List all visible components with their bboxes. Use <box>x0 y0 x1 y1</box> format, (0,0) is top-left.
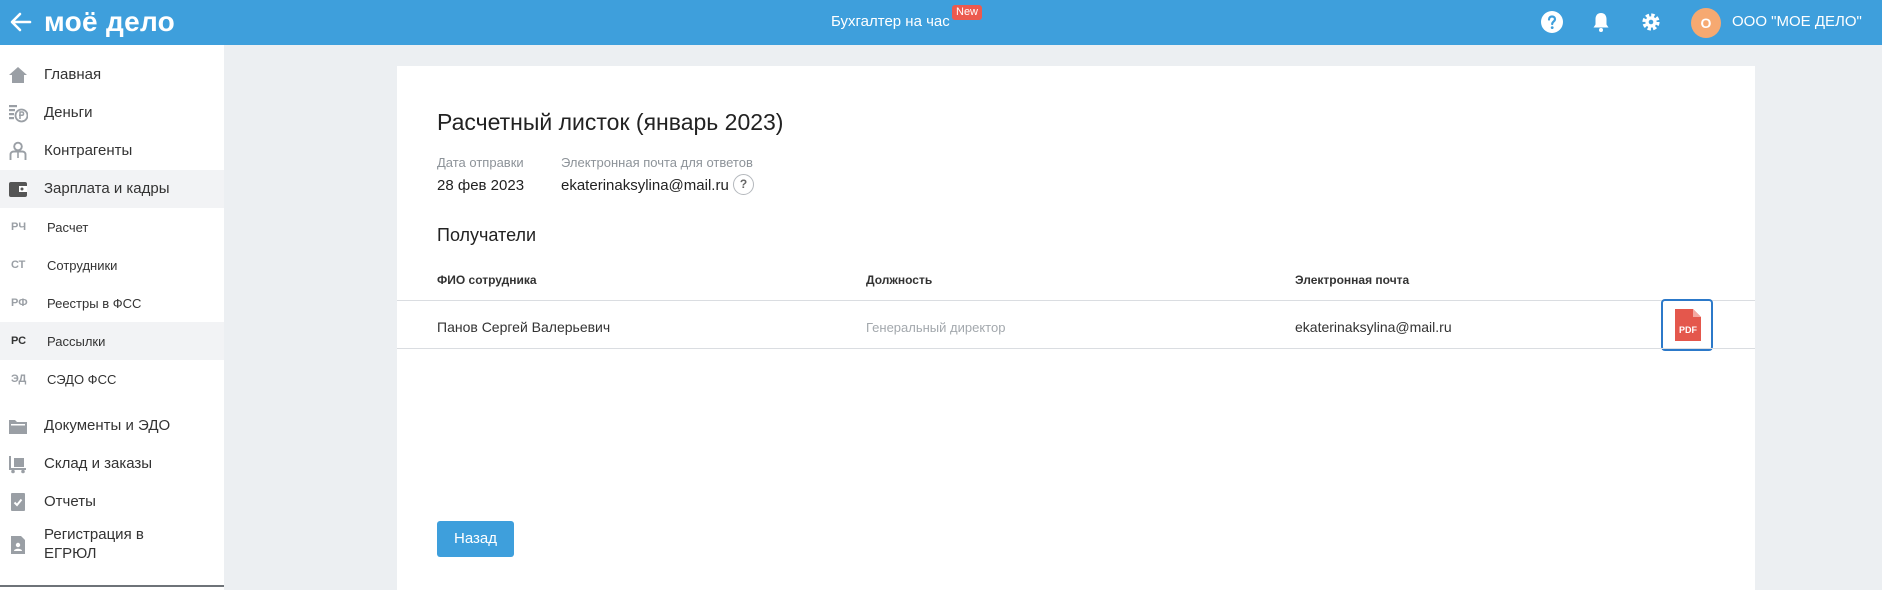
logo[interactable]: моё дело <box>44 6 175 38</box>
sidebar-subitem-sedo-fss[interactable]: ЭД СЭДО ФСС <box>0 360 224 398</box>
back-arrow-icon[interactable] <box>8 9 34 35</box>
report-icon <box>11 493 25 511</box>
sidebar-item-registration[interactable]: Регистрация в ЕГРЮЛ <box>0 521 224 567</box>
sidebar-item-contractors[interactable]: Контрагенты <box>0 132 224 170</box>
subitem-abbr: ЭД <box>11 373 27 385</box>
sidebar: Главная Деньги Контрагенты Зарплата и ка… <box>0 45 224 590</box>
sidebar-item-label: Контрагенты <box>44 142 133 159</box>
warehouse-icon <box>9 456 26 474</box>
subitem-label: Рассылки <box>47 334 106 349</box>
subitem-label: Расчет <box>47 220 89 235</box>
sidebar-item-label: Регистрация в ЕГРЮЛ <box>44 526 144 562</box>
cell-employee-name: Панов Сергей Валерьевич <box>437 319 611 335</box>
subitem-abbr: РС <box>11 335 27 347</box>
column-header-position: Должность <box>866 273 933 287</box>
page-title: Расчетный листок (январь 2023) <box>437 109 784 135</box>
recipients-title: Получатели <box>437 225 537 245</box>
sidebar-subitem-employees[interactable]: СТ Сотрудники <box>0 246 224 284</box>
sidebar-item-salary-and-hr[interactable]: Зарплата и кадры <box>0 170 224 208</box>
new-badge: New <box>952 5 983 20</box>
subitem-abbr: РФ <box>11 297 28 309</box>
contractors-icon <box>9 141 27 160</box>
sidebar-item-home[interactable]: Главная <box>0 56 224 94</box>
subitem-label: Сотрудники <box>47 258 118 273</box>
money-icon <box>9 105 28 123</box>
help-icon[interactable] <box>1540 10 1564 34</box>
sent-date-value: 28 фев 2023 <box>437 177 525 194</box>
sidebar-item-label: Склад и заказы <box>44 455 153 472</box>
subitem-label: СЭДО ФСС <box>47 372 117 387</box>
sidebar-subitem-calculation[interactable]: РЧ Расчет <box>0 208 224 246</box>
reply-email-value: ekaterinaksylina@mail.ru <box>561 177 729 194</box>
column-header-name: ФИО сотрудника <box>437 273 537 287</box>
back-button[interactable]: Назад <box>437 521 514 557</box>
folder-icon <box>9 420 27 434</box>
sidebar-item-reports[interactable]: Отчеты <box>0 483 224 521</box>
sidebar-item-label: Зарплата и кадры <box>44 180 170 197</box>
bell-icon[interactable] <box>1589 10 1613 34</box>
payslip-card: Расчетный листок (январь 2023) Дата отпр… <box>397 66 1755 590</box>
cell-email: ekaterinaksylina@mail.ru <box>1295 319 1452 335</box>
table-header-divider <box>397 300 1755 301</box>
sidebar-item-money[interactable]: Деньги <box>0 94 224 132</box>
sidebar-item-label: Главная <box>44 66 102 83</box>
reply-email-help-icon[interactable]: ? <box>733 174 754 195</box>
avatar[interactable]: О <box>1691 8 1721 38</box>
wallet-icon <box>9 182 27 197</box>
sidebar-item-label: Отчеты <box>44 493 96 510</box>
accountant-per-hour-link[interactable]: Бухгалтер на час <box>831 12 950 32</box>
sidebar-subitem-fss-registers[interactable]: РФ Реестры в ФСС <box>0 284 224 322</box>
top-bar: моё дело Бухгалтер на час New О ООО "МОЕ… <box>0 0 1882 45</box>
pdf-label: PDF <box>1679 325 1698 335</box>
table-row-divider <box>397 348 1755 349</box>
subitem-abbr: РЧ <box>11 221 27 233</box>
sidebar-item-documents[interactable]: Документы и ЭДО <box>0 407 224 445</box>
cell-position: Генеральный директор <box>866 320 1006 335</box>
download-pdf-button[interactable]: PDF <box>1661 299 1713 351</box>
sidebar-item-label: Документы и ЭДО <box>44 417 171 434</box>
reply-email-label: Электронная почта для ответов <box>561 155 753 170</box>
sidebar-subitem-mailings[interactable]: РС Рассылки <box>0 322 224 360</box>
home-icon <box>9 67 27 83</box>
pdf-file-icon: PDF <box>1675 309 1701 341</box>
column-header-email: Электронная почта <box>1295 273 1410 287</box>
organization-name[interactable]: ООО "МОЕ ДЕЛО" <box>1732 12 1862 32</box>
registration-icon <box>11 536 25 554</box>
subitem-abbr: СТ <box>11 259 26 271</box>
sidebar-scroll-divider <box>0 585 224 587</box>
sent-date-label: Дата отправки <box>437 155 524 170</box>
subitem-label: Реестры в ФСС <box>47 296 142 311</box>
sidebar-item-warehouse[interactable]: Склад и заказы <box>0 445 224 483</box>
sidebar-item-label: Деньги <box>44 104 93 121</box>
gear-icon[interactable] <box>1639 10 1663 34</box>
